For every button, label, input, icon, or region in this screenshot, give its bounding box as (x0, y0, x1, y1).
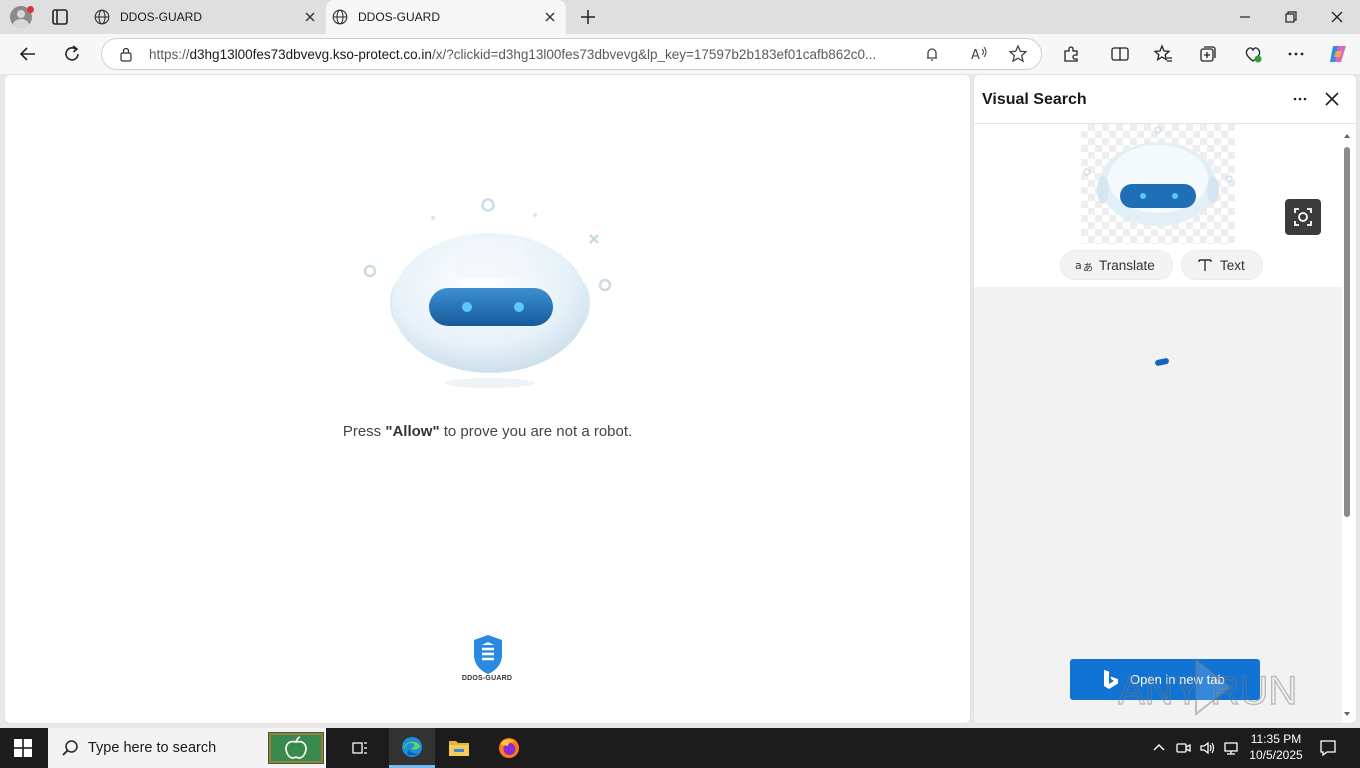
text-icon (1198, 259, 1212, 271)
clock-date: 10/5/2025 (1249, 748, 1303, 762)
task-view-icon (352, 742, 367, 754)
prompt-text-start: Press (342, 423, 386, 440)
notifications-icon[interactable] (1318, 738, 1338, 758)
close-window-icon[interactable] (1326, 6, 1348, 28)
file-explorer-icon (449, 741, 469, 756)
address-bar[interactable]: https://d3hg13l00fes73dbvevg.kso-protect… (101, 38, 1042, 70)
url-text[interactable]: https://d3hg13l00fes73dbvevg.kso-protect… (149, 47, 909, 62)
close-icon[interactable] (302, 9, 318, 25)
back-arrow-icon[interactable] (17, 43, 39, 65)
open-in-new-tab-label: Open in new tab (1130, 672, 1225, 687)
search-highlight-apple-icon (268, 732, 324, 764)
show-hidden-icons-chevron-icon[interactable] (1150, 739, 1168, 757)
robot-illustration (363, 198, 612, 388)
taskbar-clock[interactable]: 11:35 PM 10/5/2025 (1240, 731, 1312, 763)
translate-label: Translate (1099, 257, 1155, 273)
firefox-icon (499, 738, 519, 758)
tab-strip: DDOS-GUARD DDOS-GUARD (0, 0, 1360, 34)
search-image-thumbnail[interactable] (1081, 124, 1235, 244)
taskbar-search-box[interactable]: Type here to search (48, 728, 326, 768)
translate-icon: a あ (1075, 259, 1093, 274)
prompt-text-end: to prove you are not a robot. (439, 423, 633, 440)
visual-search-panel: Visual Search a あ Translate Text Open in… (973, 74, 1357, 724)
browser-essentials-icon[interactable] (1242, 43, 1264, 65)
panel-scrollbar[interactable] (1342, 131, 1352, 721)
panel-title: Visual Search (982, 91, 1087, 108)
scrollbar-thumb[interactable] (1344, 147, 1350, 517)
windows-taskbar: Type here to search 11:35 PM 10/5/2025 (0, 728, 1360, 768)
tab-actions-icon[interactable] (48, 6, 72, 28)
browser-toolbar: https://d3hg13l00fes73dbvevg.kso-protect… (0, 34, 1360, 74)
tab-ddos-guard-1[interactable]: DDOS-GUARD (88, 0, 326, 34)
windows-start-icon[interactable] (14, 739, 32, 757)
open-in-new-tab-button[interactable]: Open in new tab (1070, 659, 1260, 700)
favorite-star-icon[interactable] (1007, 43, 1029, 65)
page-content: Press "Allow" to prove you are not a rob… (4, 74, 971, 724)
tab-title: DDOS-GUARD (120, 10, 203, 24)
task-view-button[interactable] (337, 728, 383, 768)
bing-logo-icon (1104, 669, 1118, 689)
extensions-icon[interactable] (1060, 43, 1082, 65)
copilot-icon[interactable] (1327, 43, 1349, 65)
network-icon[interactable] (1222, 739, 1240, 757)
svg-text:A: A (971, 48, 980, 63)
tab-ddos-guard-2[interactable]: DDOS-GUARD (326, 0, 566, 34)
taskbar-file-explorer-button[interactable] (436, 728, 482, 768)
collections-icon[interactable] (1197, 43, 1219, 65)
favorites-icon[interactable] (1152, 43, 1174, 65)
close-icon[interactable] (542, 9, 558, 25)
text-label: Text (1220, 257, 1245, 273)
minimize-icon[interactable] (1234, 6, 1256, 28)
close-icon[interactable] (1322, 89, 1342, 109)
notification-bell-icon[interactable] (921, 43, 943, 65)
visual-search-snip-button[interactable] (1285, 199, 1321, 235)
volume-icon[interactable] (1198, 739, 1216, 757)
scroll-down-icon[interactable] (1342, 709, 1352, 719)
url-host: d3hg13l00fes73dbvevg.kso-protect.co.in (189, 47, 432, 62)
translate-chip[interactable]: a あ Translate (1060, 250, 1173, 280)
captcha-prompt: Press "Allow" to prove you are not a rob… (5, 423, 970, 440)
loading-spinner (1154, 357, 1170, 367)
meet-now-icon[interactable] (1174, 739, 1192, 757)
tab-title: DDOS-GUARD (358, 10, 441, 24)
taskbar-search-placeholder: Type here to search (88, 740, 217, 756)
text-chip[interactable]: Text (1181, 250, 1263, 280)
new-tab-icon[interactable] (578, 7, 598, 27)
more-options-icon[interactable] (1285, 43, 1307, 65)
restore-icon[interactable] (1280, 6, 1302, 28)
clock-time: 11:35 PM (1250, 732, 1302, 746)
read-aloud-icon[interactable]: A (968, 43, 990, 65)
prompt-allow-word: "Allow" (385, 423, 440, 440)
search-icon (62, 740, 78, 756)
scroll-up-icon[interactable] (1342, 131, 1352, 141)
globe-icon (332, 9, 348, 25)
taskbar-edge-button[interactable] (389, 728, 435, 768)
url-path: /x/?clickid=d3hg13l00fes73dbvevg&lp_key=… (431, 47, 877, 62)
svg-text:a: a (1075, 259, 1082, 272)
ddos-guard-logo-text: DDOS-GUARD (461, 675, 513, 682)
globe-icon (94, 9, 110, 25)
split-screen-icon[interactable] (1109, 43, 1131, 65)
profile-notification-dot (27, 6, 34, 13)
camera-search-icon (1294, 208, 1312, 226)
svg-text:あ: あ (1083, 262, 1093, 274)
more-options-icon[interactable] (1290, 89, 1310, 109)
edge-browser-icon (402, 736, 422, 757)
url-prefix: https:// (149, 47, 190, 62)
taskbar-firefox-button[interactable] (486, 728, 532, 768)
refresh-icon[interactable] (61, 43, 83, 65)
robot-thumbnail-illustration (1083, 126, 1233, 226)
site-info-icon[interactable] (118, 46, 134, 62)
